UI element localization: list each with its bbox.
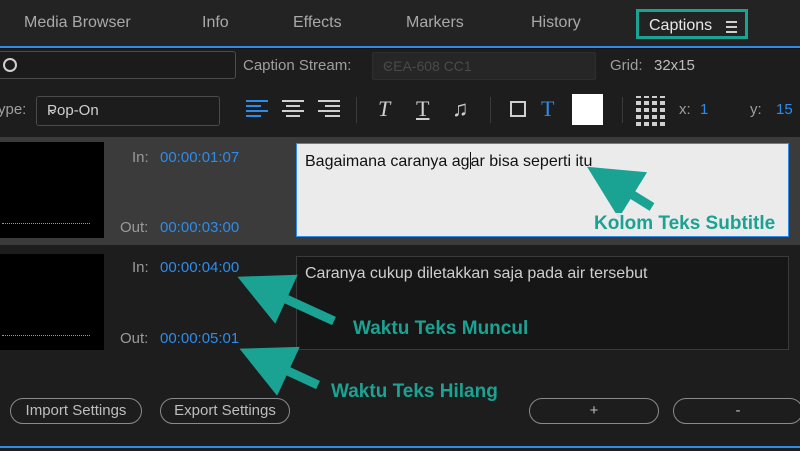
annotation-subtitle-column: Kolom Teks Subtitle	[594, 213, 776, 235]
annotation-disappear-time: Waktu Teks Hilang	[331, 381, 498, 402]
arrow-to-out-timecode	[239, 346, 320, 396]
remove-caption-button[interactable]: -	[673, 398, 800, 424]
import-settings-button[interactable]: Import Settings	[10, 398, 142, 424]
annotation-appear-time: Waktu Teks Muncul	[353, 318, 529, 339]
export-settings-button[interactable]: Export Settings	[160, 398, 290, 424]
active-panel-border-bottom	[0, 446, 800, 448]
add-caption-button[interactable]: +	[529, 398, 659, 424]
arrow-to-subtitle-field	[587, 166, 655, 219]
arrow-to-in-timecode	[237, 274, 336, 326]
